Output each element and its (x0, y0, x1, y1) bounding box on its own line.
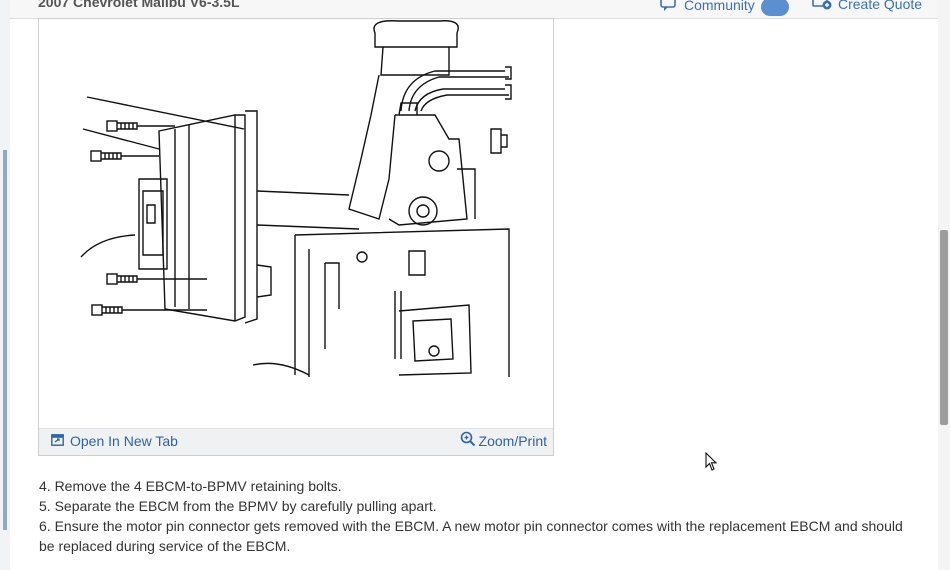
step-6: 6. Ensure the motor pin connector gets r… (39, 518, 903, 554)
step-5: 5. Separate the EBCM from the BPMV by ca… (39, 498, 437, 514)
mouse-cursor-icon (705, 452, 718, 471)
zoom-print-label: Zoom/Print (478, 432, 547, 449)
open-new-tab-icon (51, 433, 64, 449)
open-new-tab-link[interactable]: Open In New Tab (51, 433, 178, 449)
zoom-icon (460, 431, 476, 450)
zoom-print-link[interactable]: Zoom/Print (460, 431, 547, 450)
open-new-tab-label: Open In New Tab (70, 433, 178, 449)
community-icon (660, 0, 678, 15)
left-rail (0, 0, 10, 570)
community-label: Community (684, 0, 755, 13)
figure-footer: Open In New Tab Zoom/Print (39, 428, 553, 455)
create-quote-icon (812, 0, 832, 13)
step-4: 4. Remove the 4 EBCM-to-BPMV retaining b… (39, 478, 342, 494)
scrollbar-thumb[interactable] (940, 230, 948, 425)
community-avatar (760, 0, 789, 16)
create-quote-button[interactable]: Create Quote (812, 0, 922, 13)
bolt-2 (90, 150, 159, 162)
instruction-steps: 4. Remove the 4 EBCM-to-BPMV retaining b… (39, 476, 919, 556)
community-button[interactable]: Community (660, 0, 789, 16)
page-scrollbar[interactable] (938, 0, 950, 570)
vehicle-title: 2007 Chevrolet Malibu V6-3.5L (38, 0, 240, 10)
bolt-3 (106, 273, 207, 285)
top-header-bar: 2007 Chevrolet Malibu V6-3.5L Community … (10, 0, 938, 19)
ebcm-bpmv-diagram (80, 20, 512, 377)
create-quote-label: Create Quote (838, 0, 923, 12)
diagram-figure: Open In New Tab Zoom/Print (38, 18, 554, 456)
left-rail-strip (3, 150, 7, 530)
